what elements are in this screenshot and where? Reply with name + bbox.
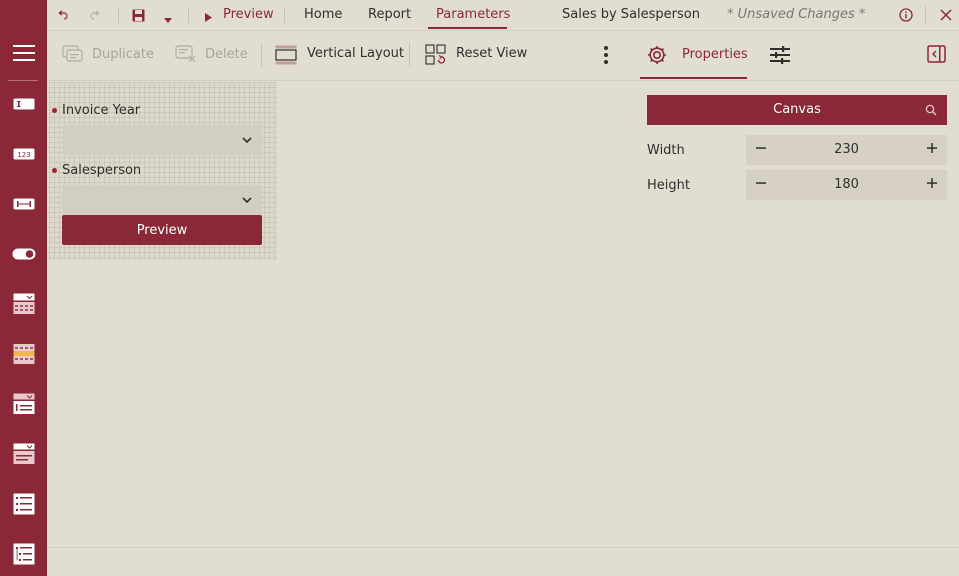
vertical-layout-icon <box>275 45 297 69</box>
toolbox-item-list-dropdown[interactable] <box>0 386 47 426</box>
param-label-salesperson: Salesperson <box>62 163 142 178</box>
list-dropdown-icon <box>13 393 35 419</box>
vertical-layout-button[interactable]: Vertical Layout <box>275 44 405 66</box>
toolbox-item-date-range[interactable] <box>0 336 47 376</box>
delete-button[interactable]: Delete <box>175 45 248 67</box>
date-range-icon <box>13 343 35 369</box>
delete-icon <box>175 45 197 67</box>
designer-toolbar: Duplicate Delete Vertical Layout Reset V… <box>47 30 959 81</box>
date-dropdown-icon <box>13 293 35 319</box>
gear-icon <box>646 44 668 70</box>
report-title: Sales by Salesperson <box>562 7 700 22</box>
reset-view-button[interactable]: Reset View <box>425 43 528 70</box>
preview-button[interactable]: Preview <box>62 215 262 245</box>
required-indicator <box>52 168 57 173</box>
save-dropdown-icon[interactable] <box>164 12 172 27</box>
search-icon[interactable] <box>925 104 937 120</box>
toolbox-item-toggle[interactable] <box>0 236 47 276</box>
play-icon <box>205 11 212 26</box>
tab-properties[interactable]: Properties <box>640 30 748 80</box>
toolbox-item-dropdown[interactable] <box>0 436 47 476</box>
toolbox-menu-button[interactable] <box>0 35 47 75</box>
preview-run-label: Preview <box>223 7 274 22</box>
duplicate-button[interactable]: Duplicate <box>60 45 154 67</box>
toolbox-item-date[interactable] <box>0 286 47 326</box>
topbar-divider <box>925 6 926 24</box>
toolbar-divider <box>409 43 410 67</box>
height-label: Height <box>647 178 690 193</box>
invoice-year-select[interactable] <box>62 125 262 155</box>
tab-report[interactable]: Report <box>368 7 411 22</box>
canvas-label: Canvas <box>773 102 821 117</box>
tab-parameters[interactable]: Parameters <box>436 7 510 22</box>
toolbox-item-textbox[interactable] <box>0 86 47 126</box>
close-icon[interactable] <box>940 9 952 25</box>
reset-view-icon <box>425 44 447 70</box>
canvas-selector[interactable]: Canvas <box>647 95 947 125</box>
numeric-icon: 123 <box>13 148 35 164</box>
parameter-toolbox: 123 <box>0 0 47 576</box>
width-increment-button[interactable] <box>917 135 947 165</box>
tab-home[interactable]: Home <box>304 7 342 22</box>
vertical-layout-label: Vertical Layout <box>307 46 404 61</box>
toolbox-divider <box>8 80 38 81</box>
reset-view-label: Reset View <box>456 46 528 61</box>
toolbox-item-tree[interactable] <box>0 536 47 576</box>
panel-toggle-icon[interactable] <box>927 45 947 67</box>
duplicate-label: Duplicate <box>92 47 154 62</box>
width-label: Width <box>647 143 685 158</box>
textbox-icon <box>13 98 35 114</box>
toolbar-divider <box>261 43 262 67</box>
plus-icon <box>926 177 938 193</box>
topbar-divider <box>188 7 189 23</box>
width-value[interactable]: 230 <box>776 142 917 157</box>
topbar-divider <box>284 7 285 23</box>
height-stepper[interactable]: 180 <box>746 170 947 200</box>
active-tab-indicator <box>428 27 507 29</box>
toggle-icon <box>12 248 36 264</box>
sliders-icon[interactable] <box>769 45 791 69</box>
range-icon <box>13 198 35 214</box>
height-value[interactable]: 180 <box>776 177 917 192</box>
minus-icon <box>755 177 767 193</box>
preview-run-button[interactable]: Preview <box>202 0 274 30</box>
salesperson-select[interactable] <box>62 185 262 215</box>
toolbox-item-range[interactable] <box>0 186 47 226</box>
svg-text:123: 123 <box>17 151 30 159</box>
unsaved-status: * Unsaved Changes * <box>727 7 866 22</box>
dropdown-icon <box>13 443 35 469</box>
tree-icon <box>13 543 35 569</box>
height-decrement-button[interactable] <box>746 170 776 200</box>
toolbox-item-numeric[interactable]: 123 <box>0 136 47 176</box>
more-vertical-icon[interactable] <box>603 45 609 69</box>
minus-icon <box>755 142 767 158</box>
info-icon[interactable] <box>899 8 913 26</box>
top-menu-bar: Preview Home Report Parameters Sales by … <box>47 0 959 31</box>
width-decrement-button[interactable] <box>746 135 776 165</box>
plus-icon <box>926 142 938 158</box>
duplicate-icon <box>62 45 84 67</box>
required-indicator <box>52 108 57 113</box>
width-stepper[interactable]: 230 <box>746 135 947 165</box>
toolbox-item-list[interactable] <box>0 486 47 526</box>
topbar-divider <box>118 7 119 23</box>
undo-icon[interactable] <box>56 8 68 26</box>
height-increment-button[interactable] <box>917 170 947 200</box>
redo-icon <box>90 8 102 26</box>
hamburger-icon <box>12 44 35 66</box>
param-label-invoice-year: Invoice Year <box>62 103 141 118</box>
chevron-down-icon <box>241 194 253 210</box>
delete-label: Delete <box>205 47 248 62</box>
save-icon[interactable] <box>132 9 145 26</box>
status-divider <box>47 547 959 548</box>
list-icon <box>13 493 35 519</box>
chevron-down-icon <box>241 134 253 150</box>
properties-label: Properties <box>682 47 748 62</box>
active-tab-indicator <box>640 77 747 79</box>
